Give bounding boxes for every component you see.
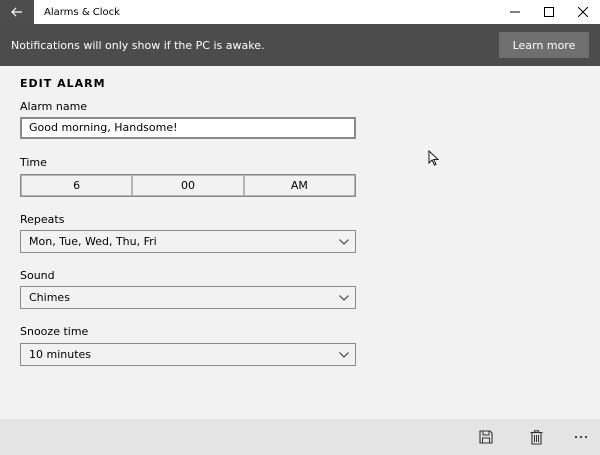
more-options-button[interactable] (571, 428, 591, 446)
close-icon (578, 7, 588, 17)
learn-more-button[interactable]: Learn more (499, 32, 589, 58)
title-bar: Alarms & Clock (0, 0, 600, 24)
chevron-down-icon (333, 344, 355, 365)
hour-selector[interactable]: 6 (21, 175, 133, 196)
repeats-value: Mon, Tue, Wed, Thu, Fri (29, 235, 157, 248)
minimize-button[interactable] (498, 0, 532, 24)
banner-message: Notifications will only show if the PC i… (11, 38, 265, 52)
delete-button[interactable] (526, 428, 546, 446)
sound-value: Chimes (29, 291, 70, 304)
save-button[interactable] (476, 428, 496, 446)
page-title: EDIT ALARM (20, 77, 106, 90)
app-title: Alarms & Clock (44, 6, 120, 18)
chevron-down-icon (333, 231, 355, 252)
sound-dropdown[interactable]: Chimes (20, 286, 356, 309)
close-button[interactable] (566, 0, 600, 24)
repeats-dropdown[interactable]: Mon, Tue, Wed, Thu, Fri (20, 230, 356, 253)
snooze-value: 10 minutes (29, 348, 92, 361)
minimize-icon (510, 11, 520, 13)
maximize-button[interactable] (532, 0, 566, 24)
repeats-label: Repeats (20, 213, 65, 226)
bottom-app-bar (0, 419, 600, 455)
delete-icon (530, 429, 542, 445)
save-icon (479, 430, 493, 444)
snooze-label: Snooze time (20, 325, 89, 338)
time-label: Time (20, 156, 47, 169)
sound-label: Sound (20, 269, 55, 282)
maximize-icon (544, 7, 554, 17)
notification-banner: Notifications will only show if the PC i… (0, 24, 600, 66)
chevron-down-icon (333, 287, 355, 308)
alarm-name-input[interactable]: Good morning, Handsome! (20, 117, 356, 139)
period-selector[interactable]: AM (243, 175, 355, 196)
mouse-cursor-icon (428, 150, 439, 166)
back-button[interactable] (0, 0, 34, 24)
alarm-name-label: Alarm name (20, 100, 88, 113)
snooze-dropdown[interactable]: 10 minutes (20, 343, 356, 366)
minute-selector[interactable]: 00 (132, 175, 244, 196)
time-picker[interactable]: 6 00 AM (20, 174, 356, 197)
more-icon (574, 435, 588, 439)
back-arrow-icon (11, 7, 22, 17)
